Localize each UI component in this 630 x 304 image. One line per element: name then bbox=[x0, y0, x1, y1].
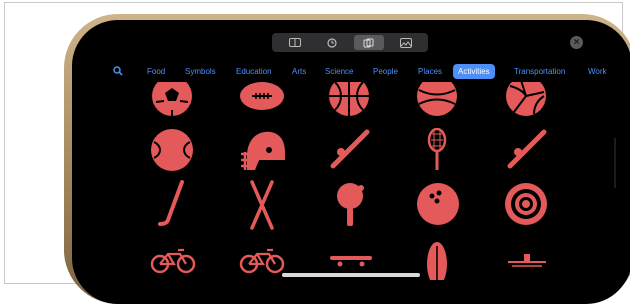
category-bar: Food Symbols Education Arts Science Peop… bbox=[72, 64, 630, 82]
soccer-ball-icon[interactable] bbox=[150, 82, 194, 118]
ping-pong-icon[interactable] bbox=[334, 182, 366, 228]
home-indicator[interactable] bbox=[282, 273, 420, 277]
image-icon bbox=[399, 37, 412, 48]
bicycle-icon[interactable] bbox=[239, 246, 285, 276]
bowling-ball-icon[interactable] bbox=[416, 182, 460, 226]
search-icon[interactable] bbox=[113, 66, 123, 76]
keyboard-tab[interactable] bbox=[280, 35, 310, 50]
basketball-icon[interactable] bbox=[327, 82, 371, 118]
recent-tab[interactable] bbox=[317, 35, 347, 50]
activity-icon bbox=[363, 38, 373, 47]
target-icon[interactable] bbox=[504, 182, 548, 226]
category-activities[interactable]: Activities bbox=[453, 64, 495, 79]
softball-icon[interactable] bbox=[150, 128, 194, 172]
phone-screen: × Food Symbols Education Arts Science Pe… bbox=[72, 20, 630, 304]
side-indicator bbox=[614, 138, 616, 188]
keyboard-icon bbox=[288, 38, 301, 47]
cricket-bat-icon[interactable] bbox=[327, 128, 373, 172]
baseball-icon[interactable] bbox=[415, 82, 459, 118]
surfboard-icon[interactable] bbox=[424, 240, 450, 280]
category-science[interactable]: Science bbox=[325, 67, 353, 76]
category-education[interactable]: Education bbox=[236, 67, 272, 76]
football-icon[interactable] bbox=[238, 82, 286, 118]
category-work[interactable]: Work bbox=[588, 67, 607, 76]
hockey-stick-icon[interactable] bbox=[156, 180, 192, 230]
category-places[interactable]: Places bbox=[418, 67, 442, 76]
category-symbols[interactable]: Symbols bbox=[185, 67, 216, 76]
category-arts[interactable]: Arts bbox=[292, 67, 306, 76]
category-transportation[interactable]: Transportation bbox=[514, 67, 565, 76]
ice-skate-icon[interactable] bbox=[504, 250, 550, 270]
skateboard-icon[interactable] bbox=[328, 252, 374, 268]
football-helmet-icon[interactable] bbox=[239, 128, 285, 172]
volleyball-icon[interactable] bbox=[504, 82, 548, 118]
category-people[interactable]: People bbox=[373, 67, 398, 76]
mode-switcher bbox=[272, 33, 428, 52]
category-food[interactable]: Food bbox=[147, 67, 165, 76]
tennis-racket-icon[interactable] bbox=[420, 128, 454, 172]
activities-tab[interactable] bbox=[353, 35, 384, 50]
skis-icon[interactable] bbox=[244, 180, 280, 230]
photos-tab[interactable] bbox=[391, 35, 421, 50]
close-icon: × bbox=[573, 37, 580, 48]
cricket-bat-icon[interactable] bbox=[504, 128, 550, 172]
close-button[interactable]: × bbox=[570, 36, 583, 49]
bicycle-icon[interactable] bbox=[150, 246, 196, 276]
clock-icon bbox=[326, 37, 337, 48]
